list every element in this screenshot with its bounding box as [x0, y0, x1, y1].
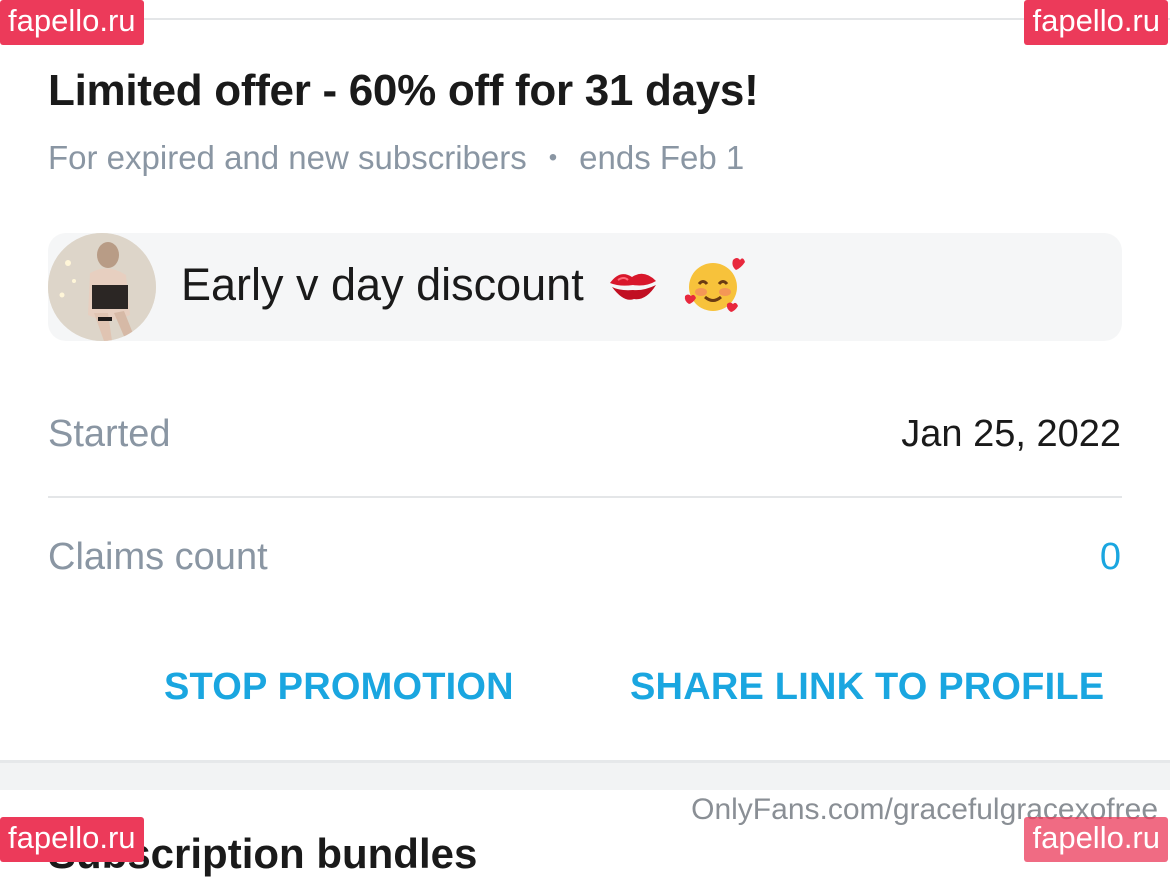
details-divider: [48, 496, 1122, 498]
section-separator: [0, 760, 1170, 793]
share-link-button[interactable]: SHARE LINK TO PROFILE: [630, 666, 1104, 709]
avatar-photo-icon: [48, 233, 156, 341]
promotion-title: Limited offer - 60% off for 31 days!: [48, 66, 759, 115]
avatar[interactable]: [48, 233, 156, 341]
stop-promotion-button[interactable]: STOP PROMOTION: [164, 666, 514, 709]
watermark-bottom-left: fapello.ru: [0, 817, 144, 862]
smiling-face-with-hearts-icon: [684, 258, 745, 313]
claims-count-label: Claims count: [48, 536, 268, 578]
promotion-subtitle: For expired and new subscribers • ends Feb…: [48, 139, 744, 177]
claims-count-value[interactable]: 0: [1100, 536, 1121, 579]
end-date-text: ends Feb 1: [579, 139, 745, 176]
separator-dot: •: [548, 144, 558, 171]
watermark-bottom-right: fapello.ru: [1024, 817, 1168, 862]
promotion-message: Early v day discount: [181, 258, 745, 317]
started-value: Jan 25, 2022: [901, 413, 1121, 455]
promotion-message-text: Early v day discount: [181, 259, 584, 310]
kiss-mark-icon: [610, 273, 657, 300]
watermark-top-right: fapello.ru: [1024, 0, 1168, 45]
watermark-top-left: fapello.ru: [0, 0, 144, 45]
top-divider: [0, 18, 1170, 20]
started-label: Started: [48, 413, 171, 455]
audience-text: For expired and new subscribers: [48, 139, 527, 176]
